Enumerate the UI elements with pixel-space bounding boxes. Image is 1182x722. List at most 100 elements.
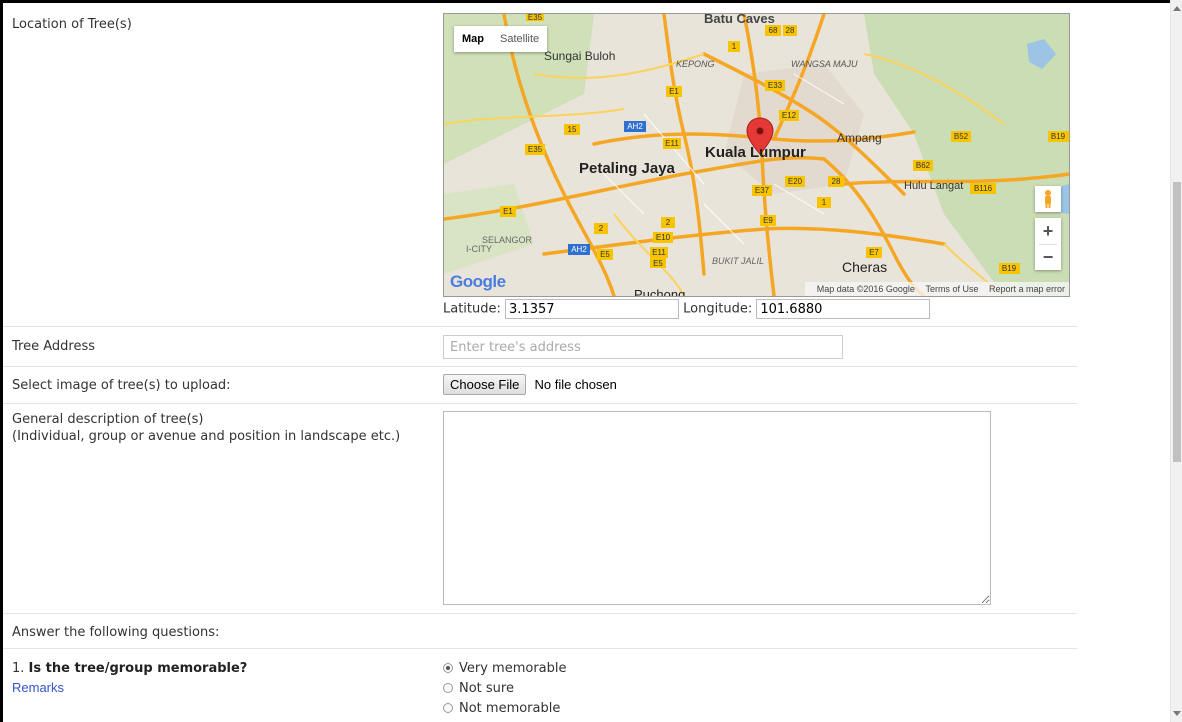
google-logo[interactable]: Google (450, 272, 506, 292)
location-map[interactable]: Batu Caves Sungai Buloh KEPONG WANGSA MA… (443, 13, 1070, 297)
option-very-memorable[interactable]: Very memorable (443, 658, 567, 678)
shield-e10: E10 (656, 233, 671, 242)
description-textarea[interactable] (443, 411, 991, 605)
remarks-link[interactable]: Remarks (12, 679, 247, 696)
shield-b116: B116 (974, 184, 993, 193)
shield-e5a: E5 (600, 250, 610, 259)
option-label: Not sure (459, 680, 514, 696)
option-label: Not memorable (459, 700, 561, 716)
description-label-line1: General description of tree(s) (12, 412, 204, 427)
label-batu-caves: Batu Caves (704, 14, 775, 26)
shield-28a: 28 (786, 26, 795, 35)
zoom-out-button[interactable]: − (1035, 245, 1061, 270)
vertical-scrollbar[interactable] (1170, 0, 1182, 722)
shield-b62: B62 (916, 161, 931, 170)
pegman-body (1045, 196, 1051, 204)
option-not-sure[interactable]: Not sure (443, 678, 567, 698)
question-1-options: Very memorable Not sure Not memorable (443, 658, 567, 718)
map-data-credit: Map data ©2016 Google (816, 284, 915, 294)
zoom-in-button[interactable]: + (1035, 218, 1061, 244)
shield-68: 68 (769, 26, 778, 35)
map-type-map-button[interactable]: Map (454, 26, 492, 52)
address-input[interactable] (443, 335, 843, 359)
label-hulu-langat: Hulu Langat (904, 180, 963, 192)
shield-e7: E7 (869, 248, 879, 257)
shield-e35a: E35 (528, 14, 543, 22)
choose-file-button[interactable]: Choose File (443, 374, 527, 395)
map-tiles: Batu Caves Sungai Buloh KEPONG WANGSA MA… (444, 14, 1069, 296)
label-i-city: I-CITY (466, 244, 492, 254)
address-label: Tree Address (12, 339, 95, 354)
pegman-leg-left (1045, 203, 1048, 208)
pegman-leg-right (1048, 203, 1051, 208)
label-ampang: Ampang (837, 131, 882, 145)
radio-not-sure[interactable] (443, 683, 453, 693)
label-cheras: Cheras (842, 259, 887, 275)
report-map-error-link[interactable]: Report a map error (989, 284, 1065, 294)
shield-e5b: E5 (653, 259, 663, 268)
upload-row: Select image of tree(s) to upload: Choos… (3, 367, 1077, 404)
shield-e1a: E1 (669, 87, 679, 96)
description-label: General description of tree(s) (Individu… (12, 411, 400, 445)
map-type-control: Map Satellite (454, 26, 548, 52)
shield-e12: E12 (782, 111, 797, 120)
pegman-head (1045, 190, 1051, 196)
questions-header: Answer the following questions: (12, 625, 220, 640)
address-row: Tree Address (3, 327, 1077, 367)
pegman-glyph (1045, 190, 1051, 208)
scroll-down-arrow-icon[interactable] (1173, 711, 1181, 716)
description-label-line2: (Individual, group or avenue and positio… (12, 429, 401, 444)
shield-b19a: B19 (1051, 132, 1066, 141)
shield-e35b: E35 (528, 145, 543, 154)
zoom-control: + − (1035, 218, 1061, 270)
google-logo-text: Google (450, 272, 506, 291)
shield-2a: 2 (666, 218, 671, 227)
file-status-text: No file chosen (534, 377, 617, 392)
shield-b52: B52 (954, 132, 969, 141)
question-1-row: 1. Is the tree/group memorable? Remarks … (3, 649, 1077, 722)
label-petaling-jaya: Petaling Jaya (579, 160, 676, 177)
shield-e20: E20 (788, 177, 803, 186)
marker-dot (756, 127, 764, 135)
longitude-label: Longitude: (683, 301, 753, 317)
shield-e1b: E1 (503, 207, 513, 216)
location-label: Location of Tree(s) (12, 17, 132, 32)
upload-label: Select image of tree(s) to upload: (12, 378, 231, 393)
shield-e37: E37 (755, 186, 770, 195)
scrollbar-thumb[interactable] (1173, 182, 1181, 462)
label-sungai-buloh: Sungai Buloh (544, 49, 615, 63)
latitude-label: Latitude: (443, 301, 501, 317)
latitude-field[interactable] (505, 299, 680, 319)
file-picker: Choose File No file chosen (443, 374, 617, 395)
street-view-pegman-icon[interactable] (1035, 186, 1061, 212)
label-kepong: KEPONG (676, 59, 715, 69)
shield-2b: 2 (599, 224, 604, 233)
question-1-label: 1. Is the tree/group memorable? Remarks (12, 660, 247, 696)
shield-e11a: E11 (665, 139, 679, 148)
label-bukit-jalil: BUKIT JALIL (712, 256, 764, 266)
scroll-up-arrow-icon[interactable] (1173, 6, 1181, 11)
radio-not-memorable[interactable] (443, 703, 453, 713)
longitude-field[interactable] (756, 299, 931, 319)
shield-1b: 1 (822, 198, 827, 207)
shield-15: 15 (568, 125, 577, 134)
shield-28b: 28 (832, 177, 841, 186)
questions-header-row: Answer the following questions: (3, 614, 1077, 649)
label-wangsa-maju: WANGSA MAJU (791, 59, 858, 69)
label-kuala-lumpur: Kuala Lumpur (705, 144, 806, 161)
terms-of-use-link[interactable]: Terms of Use (925, 284, 978, 294)
map-type-satellite-button[interactable]: Satellite (492, 26, 547, 52)
shield-ah2b: AH2 (571, 245, 587, 254)
option-not-memorable[interactable]: Not memorable (443, 698, 567, 718)
location-row: Location of Tree(s) Batu Caves Sungai Bu… (3, 3, 1077, 327)
map-attribution: Map data ©2016 Google Terms of Use Repor… (804, 282, 1069, 296)
shield-ah2a: AH2 (627, 122, 643, 131)
radio-very-memorable[interactable] (443, 663, 453, 673)
shield-e9: E9 (763, 216, 773, 225)
option-label: Very memorable (459, 660, 567, 676)
question-1-text: Is the tree/group memorable? (28, 661, 248, 676)
shield-b19b: B19 (1002, 264, 1017, 273)
label-puchong: Puchong (634, 287, 685, 296)
description-row: General description of tree(s) (Individu… (3, 404, 1077, 614)
question-1-number: 1. (12, 661, 25, 676)
